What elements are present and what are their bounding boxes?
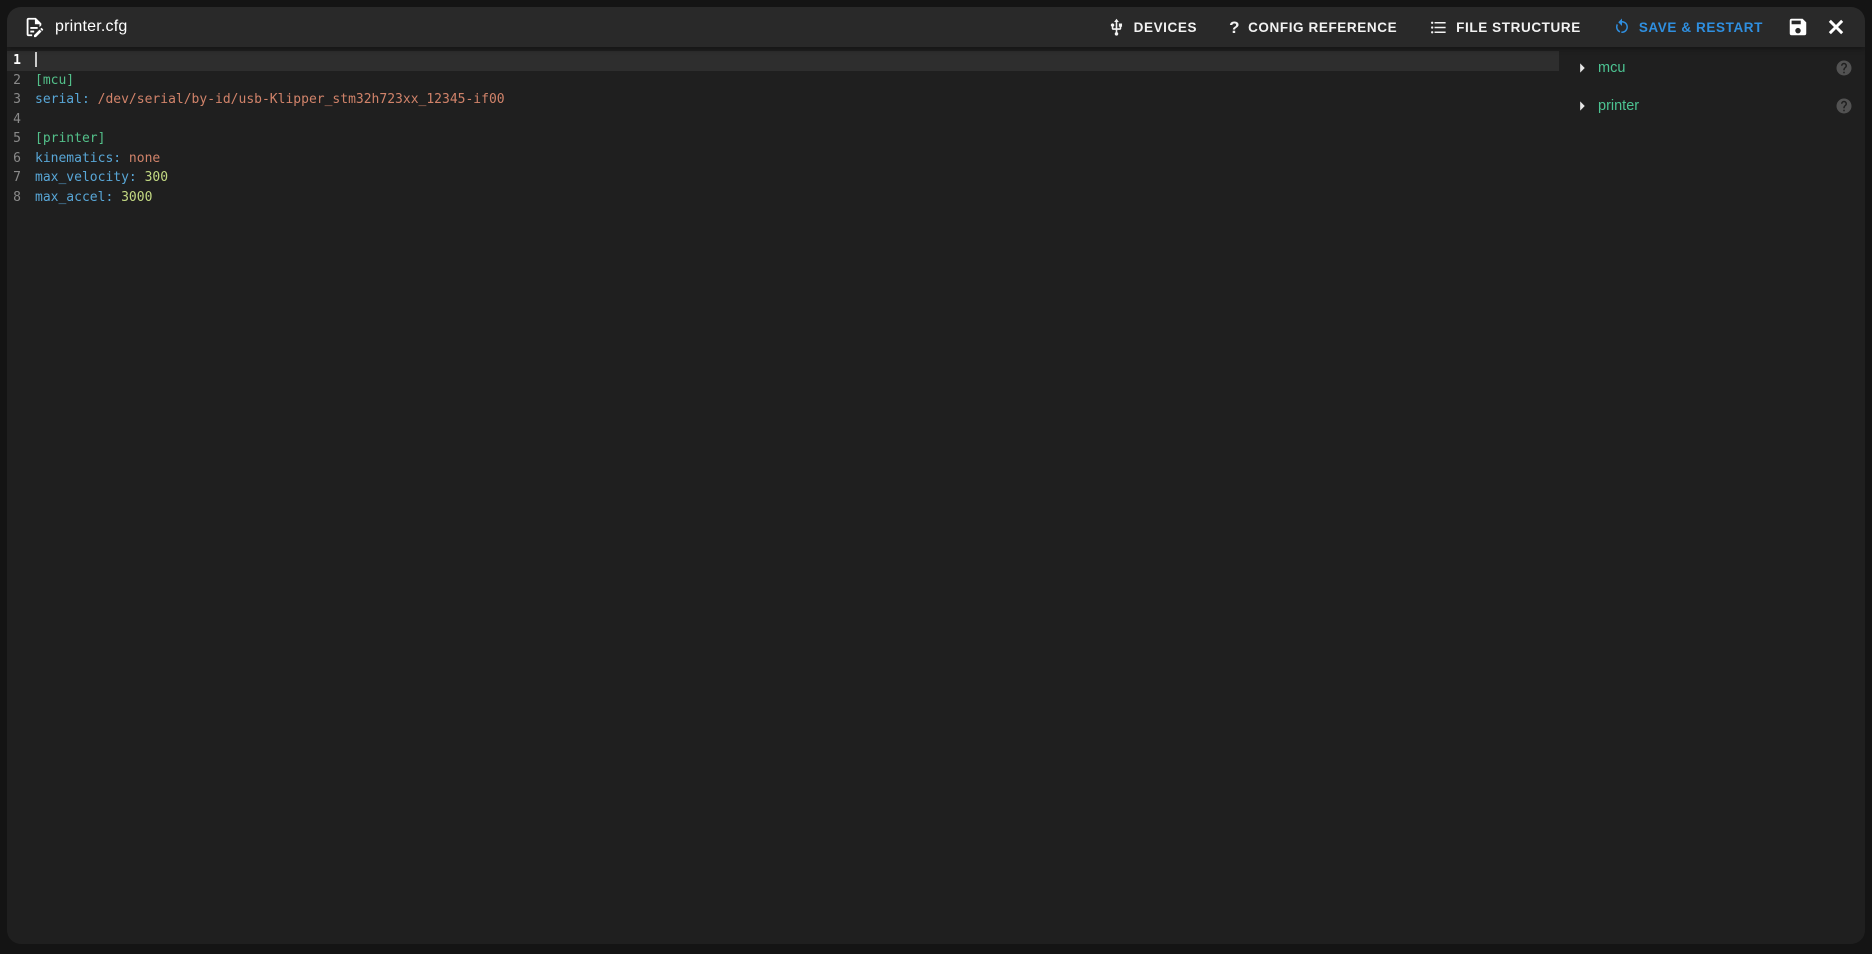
structure-item-mcu[interactable]: mcu [1559,53,1865,83]
editor-line-5[interactable]: 5 [printer] [7,129,1559,149]
line-number: 5 [7,129,21,149]
structure-item-label: mcu [1598,60,1625,76]
token-key: max_velocity: [35,170,137,185]
file-structure-button-label: FILE STRUCTURE [1456,20,1581,35]
line-number: 1 [7,51,21,71]
structure-item-label: printer [1598,98,1639,114]
line-code: kinematics: none [21,149,160,169]
structure-panel: mcu printer [1559,47,1865,944]
editor-line-6[interactable]: 6kinematics: none [7,149,1559,169]
token-number: 300 [137,170,168,185]
code-editor[interactable]: 12[mcu]3serial: /dev/serial/by-id/usb-Kl… [7,47,1559,944]
editor-line-3[interactable]: 3serial: /dev/serial/by-id/usb-Klipper_s… [7,90,1559,110]
devices-button-label: DEVICES [1134,20,1197,35]
page-title: printer.cfg [55,18,127,36]
help-circle-icon[interactable] [1835,59,1853,77]
list-icon [1429,18,1448,37]
line-number: 8 [7,188,21,208]
editor-toolbar: printer.cfg DEVICES ? CONFIG REFERENCE F… [7,7,1865,47]
chevron-right-icon[interactable] [1571,57,1593,79]
token-value: /dev/serial/by-id/usb-Klipper_stm32h723x… [90,92,505,107]
config-reference-button-label: CONFIG REFERENCE [1248,20,1397,35]
save-restart-button[interactable]: SAVE & RESTART [1597,9,1779,45]
line-code: max_velocity: 300 [21,168,168,188]
token-key: serial: [35,92,90,107]
save-button[interactable] [1779,9,1817,45]
save-icon [1787,16,1809,38]
config-editor-dialog: printer.cfg DEVICES ? CONFIG REFERENCE F… [7,7,1865,944]
close-button[interactable] [1817,9,1855,45]
line-number: 2 [7,71,21,91]
editor-content: 12[mcu]3serial: /dev/serial/by-id/usb-Kl… [7,47,1865,944]
token-number: 3000 [113,190,152,205]
usb-icon [1107,18,1126,37]
line-number: 4 [7,110,21,130]
token-section: [mcu] [35,73,74,88]
line-code [21,110,35,130]
structure-item-printer[interactable]: printer [1559,91,1865,121]
chevron-right-icon[interactable] [1571,95,1593,117]
line-number: 7 [7,168,21,188]
file-document-edit-icon [23,16,45,38]
line-code: max_accel: 3000 [21,188,152,208]
help-circle-icon[interactable] [1835,97,1853,115]
line-code [21,51,37,71]
editor-line-7[interactable]: 7max_velocity: 300 [7,168,1559,188]
file-structure-button[interactable]: FILE STRUCTURE [1413,9,1597,45]
line-number: 3 [7,90,21,110]
token-section: [printer] [35,131,105,146]
file-title-group: printer.cfg [23,16,127,38]
restart-icon [1613,18,1631,36]
line-code: [mcu] [21,71,74,91]
help-icon: ? [1229,19,1240,36]
config-reference-button[interactable]: ? CONFIG REFERENCE [1213,9,1413,45]
token-key: kinematics: [35,151,121,166]
token-value: none [121,151,160,166]
line-number: 6 [7,149,21,169]
editor-line-1[interactable]: 1 [7,51,1559,71]
editor-line-4[interactable]: 4 [7,110,1559,130]
line-code: serial: /dev/serial/by-id/usb-Klipper_st… [21,90,505,110]
token-key: max_accel: [35,190,113,205]
save-restart-button-label: SAVE & RESTART [1639,20,1763,35]
line-code: [printer] [21,129,105,149]
devices-button[interactable]: DEVICES [1091,9,1213,45]
editor-line-2[interactable]: 2 [mcu] [7,71,1559,91]
editor-line-8[interactable]: 8max_accel: 3000 [7,188,1559,208]
text-cursor [35,52,37,67]
close-icon [1825,16,1847,38]
